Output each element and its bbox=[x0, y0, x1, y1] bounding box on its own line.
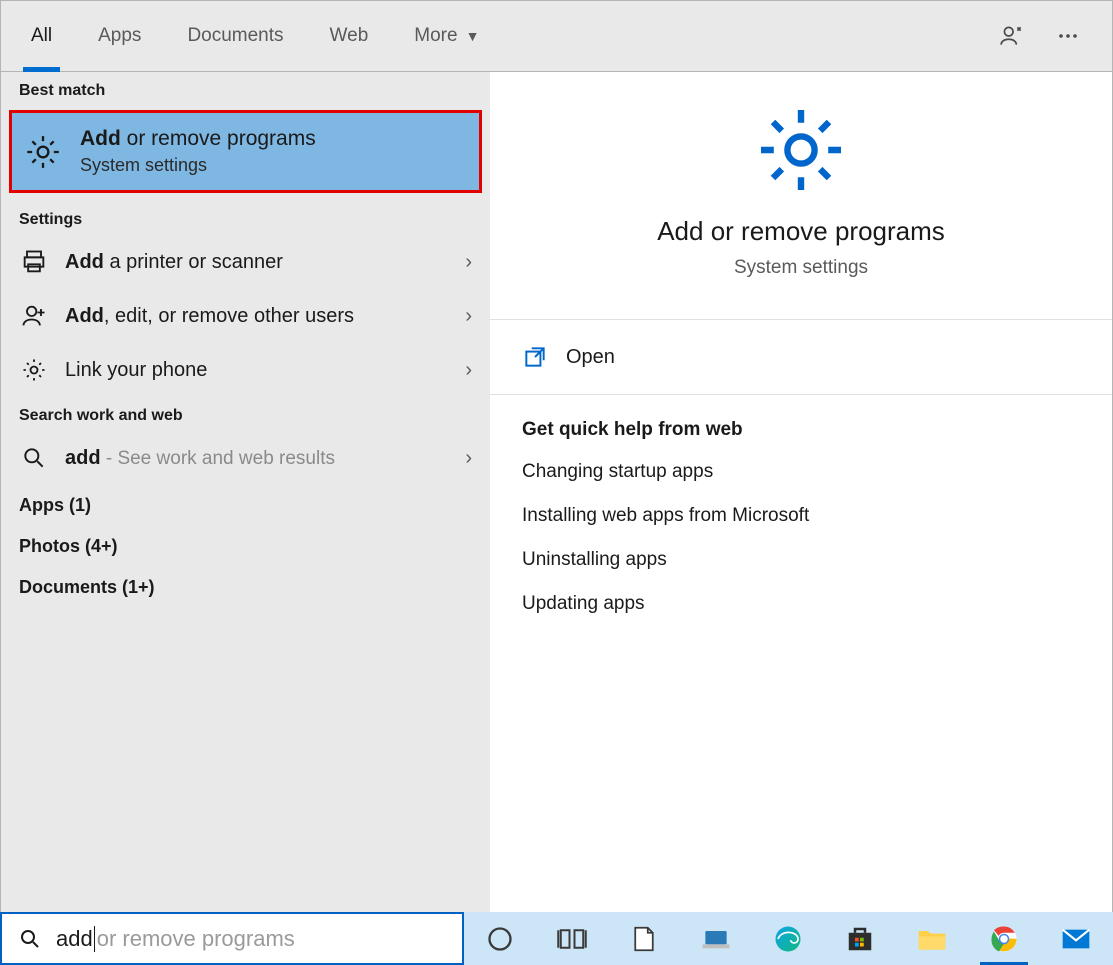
help-link[interactable]: Installing web apps from Microsoft bbox=[522, 505, 1080, 527]
ellipsis-icon[interactable] bbox=[1054, 22, 1082, 50]
tab-more[interactable]: More▼ bbox=[406, 1, 487, 72]
search-icon bbox=[18, 927, 42, 951]
edge-icon[interactable] bbox=[770, 921, 806, 957]
taskbar-row: add or remove programs bbox=[0, 912, 1113, 965]
search-icon bbox=[19, 443, 49, 473]
preview-title: Add or remove programs bbox=[657, 216, 945, 247]
libreoffice-icon[interactable] bbox=[626, 921, 662, 957]
chevron-right-icon: › bbox=[465, 251, 472, 274]
tab-apps[interactable]: Apps bbox=[90, 1, 149, 72]
settings-item-printer[interactable]: Add a printer or scanner › bbox=[1, 235, 490, 289]
store-icon[interactable] bbox=[842, 921, 878, 957]
chrome-icon[interactable] bbox=[986, 921, 1022, 957]
gear-icon bbox=[753, 102, 849, 198]
category-photos[interactable]: Photos (4+) bbox=[1, 526, 490, 567]
search-panel: All Apps Documents Web More▼ Best match … bbox=[0, 0, 1113, 912]
results-column: Best match Add or remove programs System… bbox=[1, 72, 490, 912]
preview-subtitle: System settings bbox=[734, 257, 868, 279]
chevron-right-icon: › bbox=[465, 447, 472, 470]
tab-documents[interactable]: Documents bbox=[179, 1, 291, 72]
settings-item-users[interactable]: Add, edit, or remove other users › bbox=[1, 289, 490, 343]
mail-icon[interactable] bbox=[1058, 921, 1094, 957]
search-typed-text: add bbox=[56, 926, 93, 952]
help-link[interactable]: Updating apps bbox=[522, 593, 1080, 615]
cortana-icon[interactable] bbox=[482, 921, 518, 957]
text-cursor bbox=[94, 926, 95, 952]
best-match-text: Add or remove programs System settings bbox=[80, 127, 316, 176]
taskbar bbox=[464, 912, 1113, 965]
quick-help-section: Get quick help from web Changing startup… bbox=[490, 395, 1112, 661]
section-search-web: Search work and web bbox=[1, 397, 490, 431]
tab-all[interactable]: All bbox=[23, 1, 60, 72]
search-body: Best match Add or remove programs System… bbox=[1, 72, 1112, 912]
search-tabs: All Apps Documents Web More▼ bbox=[1, 1, 1112, 72]
category-apps[interactable]: Apps (1) bbox=[1, 485, 490, 526]
help-link[interactable]: Uninstalling apps bbox=[522, 549, 1080, 571]
web-result-add[interactable]: add - See work and web results › bbox=[1, 431, 490, 485]
open-label: Open bbox=[566, 346, 615, 369]
tab-web[interactable]: Web bbox=[322, 1, 377, 72]
chevron-right-icon: › bbox=[465, 305, 472, 328]
file-explorer-icon[interactable] bbox=[914, 921, 950, 957]
preview-hero: Add or remove programs System settings bbox=[490, 72, 1112, 320]
section-best-match: Best match bbox=[1, 72, 490, 106]
gear-icon bbox=[22, 131, 64, 173]
search-input[interactable]: add or remove programs bbox=[0, 912, 464, 965]
open-icon bbox=[522, 344, 548, 370]
feedback-icon[interactable] bbox=[998, 22, 1026, 50]
gear-icon bbox=[19, 355, 49, 385]
open-action[interactable]: Open bbox=[490, 320, 1112, 395]
help-link[interactable]: Changing startup apps bbox=[522, 461, 1080, 483]
preview-panel: Add or remove programs System settings O… bbox=[490, 72, 1112, 912]
result-best-match[interactable]: Add or remove programs System settings bbox=[9, 110, 482, 193]
person-plus-icon bbox=[19, 301, 49, 331]
section-settings: Settings bbox=[1, 201, 490, 235]
task-view-icon[interactable] bbox=[554, 921, 590, 957]
search-suggestion: or remove programs bbox=[97, 926, 295, 952]
category-documents[interactable]: Documents (1+) bbox=[1, 567, 490, 608]
chevron-right-icon: › bbox=[465, 359, 472, 382]
printer-icon bbox=[19, 247, 49, 277]
chevron-down-icon: ▼ bbox=[466, 28, 480, 44]
quick-help-heading: Get quick help from web bbox=[522, 419, 1080, 441]
laptop-icon[interactable] bbox=[698, 921, 734, 957]
settings-item-link-phone[interactable]: Link your phone › bbox=[1, 343, 490, 397]
